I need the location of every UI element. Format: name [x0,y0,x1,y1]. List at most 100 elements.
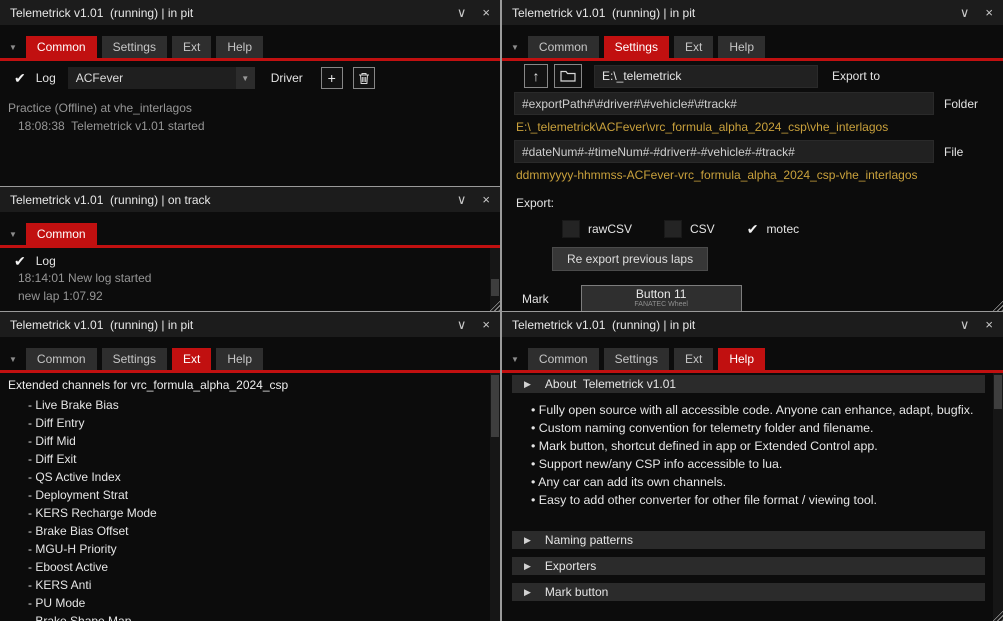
tab-settings[interactable]: Settings [603,348,669,370]
channel-item: - Eboost Active [28,560,109,574]
driver-dropdown-icon[interactable]: ▼ [235,67,255,89]
tab-overflow-icon[interactable]: ▼ [508,43,523,58]
about-points: • Fully open source with all accessible … [502,401,1003,509]
delete-driver-button[interactable] [352,67,375,89]
collapse-icon[interactable]: ∨ [960,318,970,331]
log-checkbox[interactable]: ✔ [14,71,26,85]
tab-overflow-icon[interactable]: ▼ [6,43,21,58]
channel-item: - KERS Anti [28,578,92,592]
section-expander[interactable]: ▶ Naming patterns [512,531,985,549]
motec-label: motec [766,222,800,236]
channel-item: - Diff Mid [28,434,76,448]
tab-ext[interactable]: Ext [171,36,212,58]
folder-icon [560,70,576,82]
extended-channels-heading: Extended channels for vrc_formula_alpha_… [8,378,289,392]
expand-icon: ▶ [524,534,531,545]
about-point: • Mark button, shortcut defined in app o… [531,439,878,453]
rawcsv-checkbox[interactable] [562,220,580,238]
export-to-label: Export to [832,69,881,83]
about-point: • Custom naming convention for telemetry… [531,421,874,435]
collapse-icon[interactable]: ∨ [457,6,467,19]
expand-icon: ▶ [524,586,531,597]
driver-label: Driver [270,71,303,85]
tab-settings[interactable]: Settings [101,348,167,370]
channel-item: - Brake Shape Map [28,614,132,621]
close-icon[interactable]: × [482,193,490,206]
log-entry: 18:14:01 New log started [18,271,152,285]
browse-folder-button[interactable] [554,64,582,88]
screen: Telemetrick v1.01 (running) | in pit ∨ ×… [0,0,1003,621]
tab-help[interactable]: Help [718,348,765,370]
close-icon[interactable]: × [482,318,490,331]
reexport-button[interactable]: Re export previous laps [552,247,709,271]
tab-common[interactable]: Common [527,348,599,370]
vertical-scrollbar[interactable] [993,373,1003,621]
vertical-scrollbar[interactable] [490,373,500,621]
section-label: Naming patterns [544,533,633,547]
section-expander[interactable]: ▶ Mark button [512,583,985,601]
log-checkbox[interactable]: ✔ [14,254,26,268]
driver-combobox[interactable]: ACFever [67,67,236,89]
scrollbar-thumb[interactable] [491,375,499,437]
tab-overflow-icon[interactable]: ▼ [508,355,523,370]
file-preview: ddmmyyyy-hhmmss-ACFever-vrc_formula_alph… [516,168,918,182]
about-point: • Fully open source with all accessible … [531,403,974,417]
about-point: • Easy to add other converter for other … [531,493,877,507]
close-icon[interactable]: × [985,318,993,331]
tab-bar: ▼ Common Settings Ext Help [0,25,500,61]
collapse-icon[interactable]: ∨ [960,6,970,19]
tab-settings[interactable]: Settings [603,36,669,58]
close-icon[interactable]: × [985,6,993,19]
tab-overflow-icon[interactable]: ▼ [6,230,21,245]
log-entry: 18:08:38 Telemetrick v1.01 started [18,119,205,133]
mark-button[interactable]: Button 11 FANATEC Wheel [580,285,742,311]
window-common-in-pit: Telemetrick v1.01 (running) | in pit ∨ ×… [0,0,500,186]
channel-item: - PU Mode [28,596,86,610]
tab-ext[interactable]: Ext [673,348,714,370]
motec-checkbox[interactable]: ✔ [747,222,759,236]
tab-common[interactable]: Common [25,348,97,370]
close-icon[interactable]: × [482,6,490,19]
folder-pattern-input[interactable] [514,92,934,115]
tab-common[interactable]: Common [25,36,97,58]
titlebar[interactable]: Telemetrick v1.01 (running) | in pit ∨ × [502,312,1003,337]
expand-icon: ▶ [524,560,531,571]
settings-tab-content: ↑ Export to Folder E:\_telemetrick\ACFev… [502,61,1003,311]
driver-value: ACFever [75,71,124,85]
tab-help[interactable]: Help [718,36,765,58]
channel-item: - QS Active Index [28,470,121,484]
tab-help[interactable]: Help [216,348,263,370]
window-title: Telemetrick v1.01 (running) | on track [10,192,211,207]
tab-settings[interactable]: Settings [101,36,167,58]
trash-icon [358,72,369,84]
tab-common[interactable]: Common [25,223,97,245]
tab-ext[interactable]: Ext [171,348,212,370]
tab-ext[interactable]: Ext [673,36,714,58]
file-pattern-input[interactable] [514,140,934,163]
tab-common[interactable]: Common [527,36,599,58]
titlebar[interactable]: Telemetrick v1.01 (running) | on track ∨… [0,187,500,212]
titlebar[interactable]: Telemetrick v1.01 (running) | in pit ∨ × [502,0,1003,25]
channel-item: - KERS Recharge Mode [28,506,157,520]
titlebar[interactable]: Telemetrick v1.01 (running) | in pit ∨ × [0,0,500,25]
collapse-icon[interactable]: ∨ [457,193,467,206]
add-driver-button[interactable]: + [320,67,343,89]
scrollbar-thumb[interactable] [491,279,499,296]
up-folder-button[interactable]: ↑ [524,64,548,88]
collapse-icon[interactable]: ∨ [457,318,467,331]
tab-bar: ▼ Common [0,212,500,248]
csv-checkbox[interactable] [664,220,683,238]
tab-help[interactable]: Help [216,36,263,58]
file-label: File [944,144,964,159]
titlebar[interactable]: Telemetrick v1.01 (running) | in pit ∨ × [0,312,500,337]
window-title: Telemetrick v1.01 (running) | in pit [10,317,194,332]
session-status-line: Practice (Offline) at vhe_interlagos [8,101,192,115]
log-label: Log [35,71,56,85]
export-base-path-input[interactable] [594,64,818,88]
section-expander[interactable]: ▶ Exporters [512,557,985,575]
mark-label: Mark [522,291,549,306]
scrollbar-thumb[interactable] [994,375,1002,409]
tab-bar: ▼ Common Settings Ext Help [502,25,1003,61]
tab-overflow-icon[interactable]: ▼ [6,355,21,370]
about-expander[interactable]: ▶ About Telemetrick v1.01 [512,375,985,393]
